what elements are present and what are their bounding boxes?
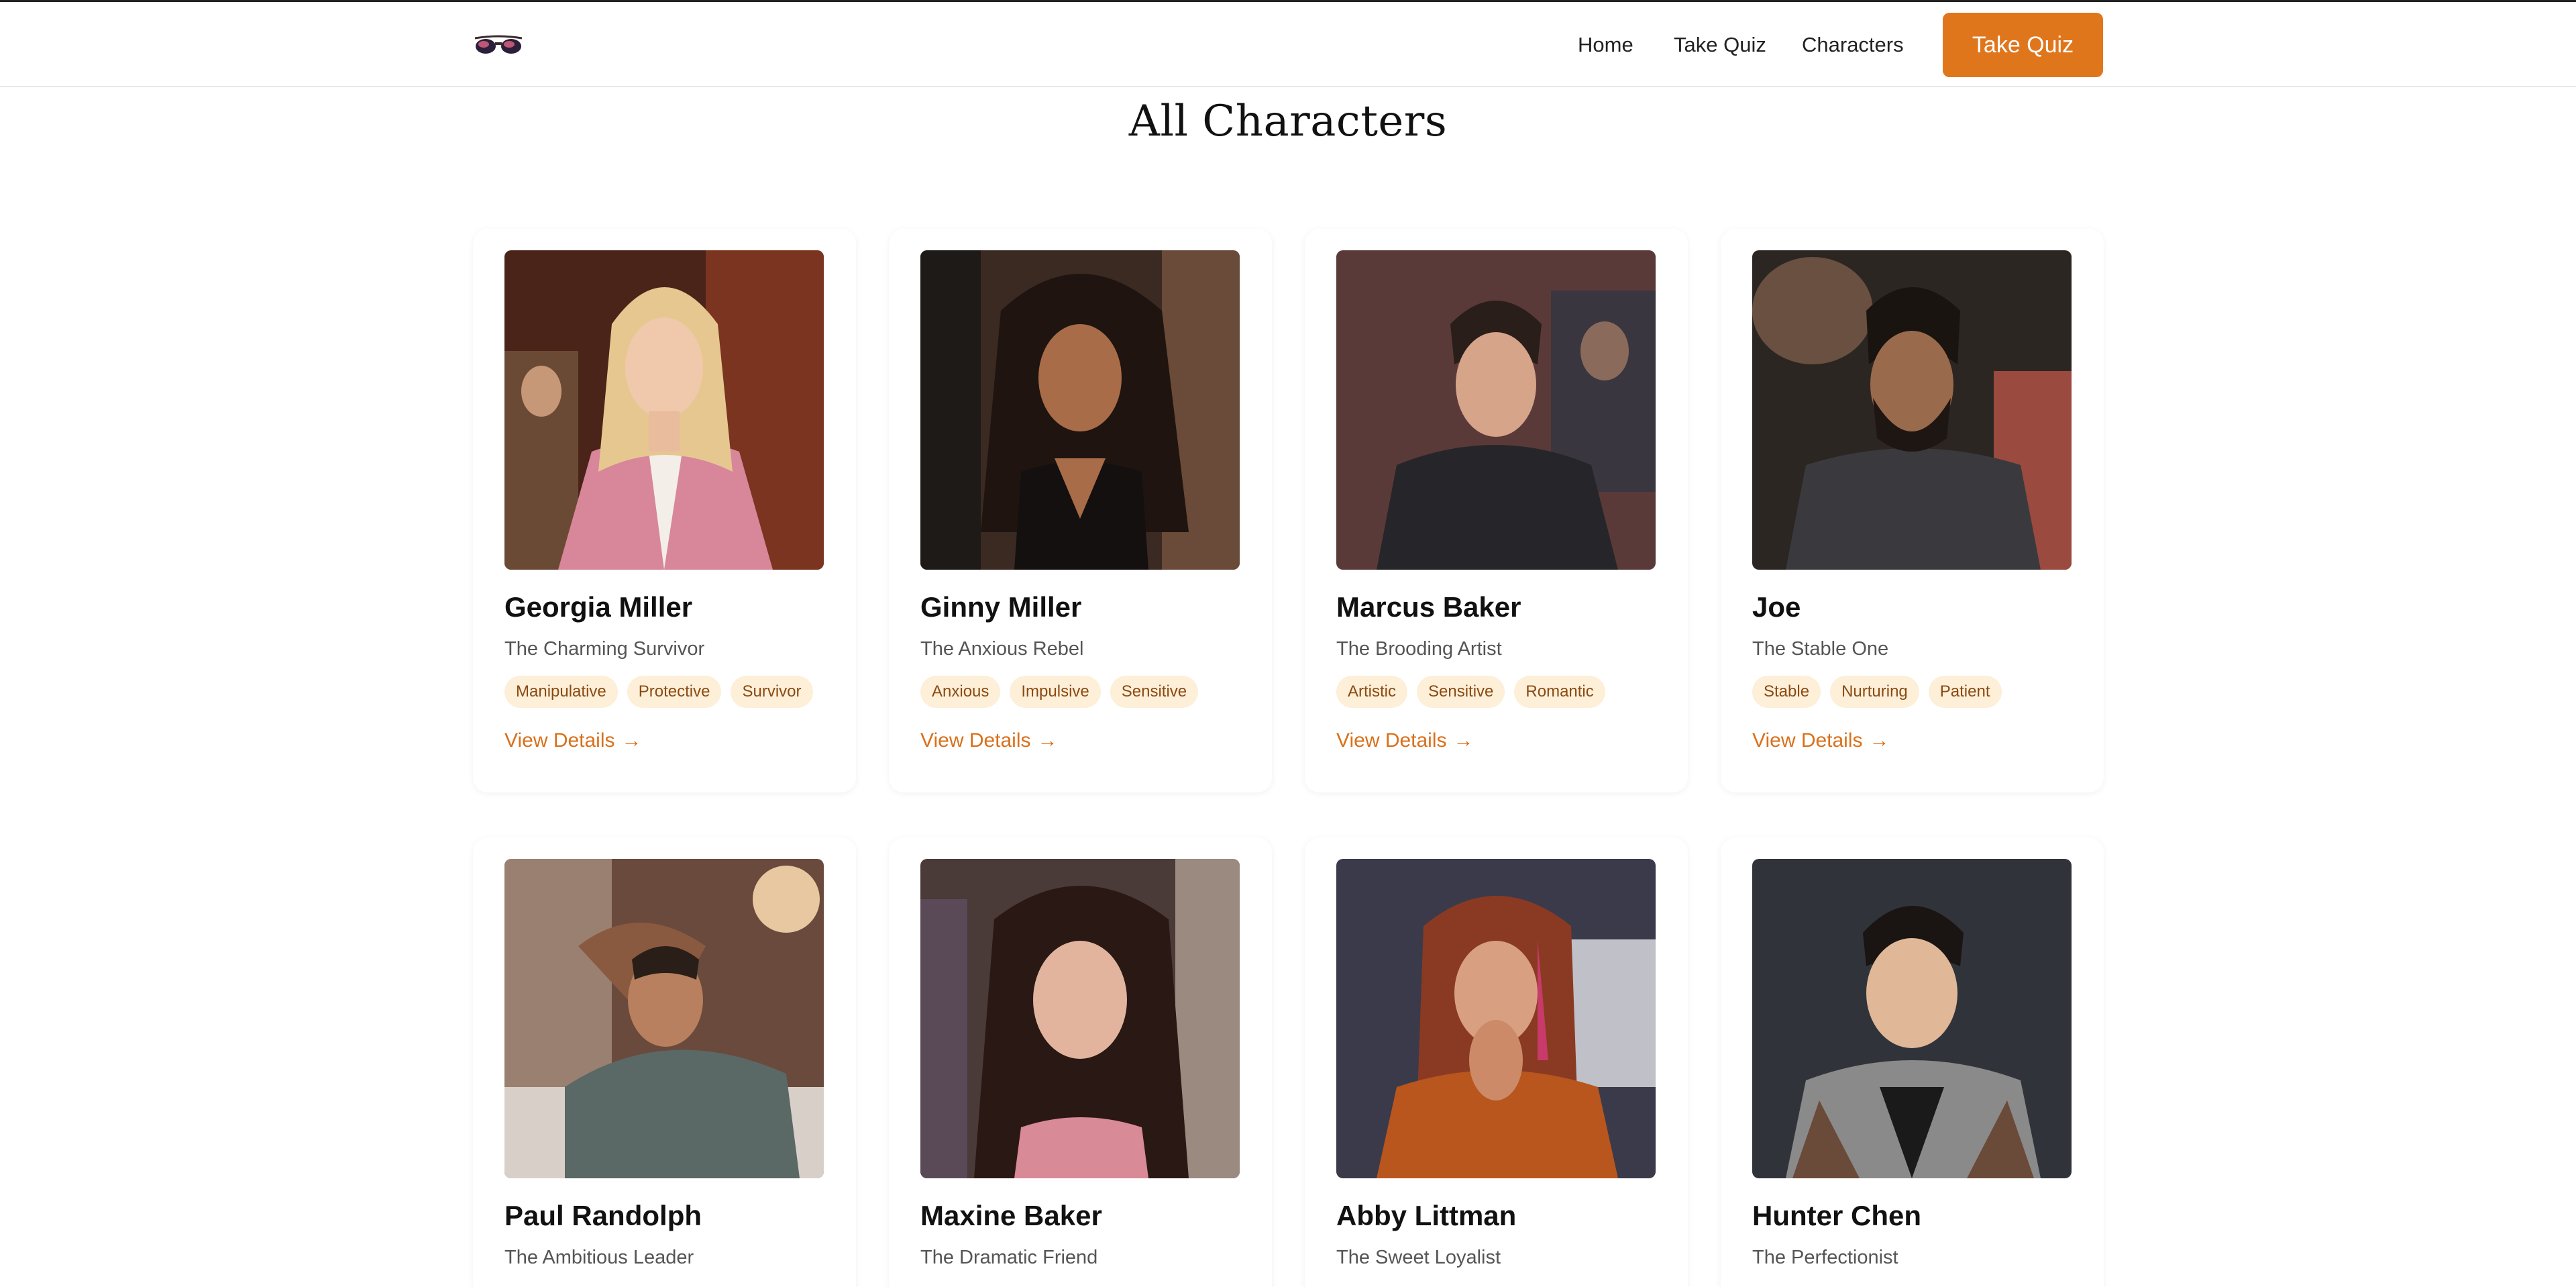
- view-details-link[interactable]: View Details →: [1752, 729, 1890, 752]
- character-photo[interactable]: [1752, 250, 2072, 570]
- character-role: The Anxious Rebel: [920, 638, 1084, 660]
- character-name: Hunter Chen: [1752, 1200, 1921, 1231]
- trait-tag: Impulsive: [1010, 676, 1101, 708]
- character-photo[interactable]: [920, 859, 1240, 1178]
- character-card[interactable]: Hunter Chen The Perfectionist: [1721, 837, 2104, 1287]
- character-card[interactable]: Maxine Baker The Dramatic Friend: [889, 837, 1272, 1287]
- character-role: The Perfectionist: [1752, 1247, 1898, 1268]
- character-name: Georgia Miller: [504, 591, 693, 623]
- trait-tags: Artistic Sensitive Romantic: [1336, 676, 1605, 708]
- trait-tag: Survivor: [731, 676, 813, 708]
- trait-tag: Nurturing: [1830, 676, 1919, 708]
- character-photo[interactable]: [504, 859, 824, 1178]
- arrow-right-icon: →: [621, 729, 642, 752]
- trait-tag: Manipulative: [504, 676, 618, 708]
- character-card[interactable]: Marcus Baker The Brooding Artist Artisti…: [1305, 229, 1688, 792]
- character-photo[interactable]: [504, 250, 824, 570]
- character-role: The Stable One: [1752, 638, 1889, 660]
- trait-tag: Stable: [1752, 676, 1821, 708]
- view-details-label: View Details: [920, 729, 1031, 752]
- view-details-link[interactable]: View Details →: [920, 729, 1058, 752]
- character-name: Joe: [1752, 591, 1801, 623]
- character-grid: Georgia Miller The Charming Survivor Man…: [0, 0, 2576, 1287]
- character-photo[interactable]: [1336, 859, 1656, 1178]
- character-card[interactable]: Joe The Stable One Stable Nurturing Pati…: [1721, 229, 2104, 792]
- trait-tag: Romantic: [1514, 676, 1605, 708]
- trait-tag: Protective: [627, 676, 722, 708]
- character-name: Marcus Baker: [1336, 591, 1521, 623]
- character-card[interactable]: Ginny Miller The Anxious Rebel Anxious I…: [889, 229, 1272, 792]
- character-name: Abby Littman: [1336, 1200, 1517, 1231]
- character-name: Maxine Baker: [920, 1200, 1102, 1231]
- character-role: The Dramatic Friend: [920, 1247, 1098, 1268]
- view-details-link[interactable]: View Details →: [504, 729, 642, 752]
- trait-tag: Sensitive: [1110, 676, 1199, 708]
- trait-tag: Anxious: [920, 676, 1001, 708]
- character-name: Ginny Miller: [920, 591, 1082, 623]
- character-photo[interactable]: [1752, 859, 2072, 1178]
- trait-tags: Stable Nurturing Patient: [1752, 676, 2002, 708]
- arrow-right-icon: →: [1037, 729, 1058, 752]
- character-role: The Ambitious Leader: [504, 1247, 694, 1268]
- view-details-link[interactable]: View Details →: [1336, 729, 1474, 752]
- arrow-right-icon: →: [1869, 729, 1890, 752]
- view-details-label: View Details: [1752, 729, 1863, 752]
- trait-tag: Artistic: [1336, 676, 1407, 708]
- character-role: The Brooding Artist: [1336, 638, 1502, 660]
- trait-tags: Anxious Impulsive Sensitive: [920, 676, 1199, 708]
- character-card[interactable]: Paul Randolph The Ambitious Leader: [473, 837, 856, 1287]
- character-role: The Charming Survivor: [504, 638, 705, 660]
- view-details-label: View Details: [1336, 729, 1447, 752]
- character-photo[interactable]: [920, 250, 1240, 570]
- trait-tag: Patient: [1928, 676, 2002, 708]
- character-name: Paul Randolph: [504, 1200, 702, 1231]
- character-card[interactable]: Abby Littman The Sweet Loyalist: [1305, 837, 1688, 1287]
- trait-tags: Manipulative Protective Survivor: [504, 676, 813, 708]
- arrow-right-icon: →: [1453, 729, 1474, 752]
- character-photo[interactable]: [1336, 250, 1656, 570]
- character-role: The Sweet Loyalist: [1336, 1247, 1501, 1268]
- character-card[interactable]: Georgia Miller The Charming Survivor Man…: [473, 229, 856, 792]
- view-details-label: View Details: [504, 729, 615, 752]
- trait-tag: Sensitive: [1417, 676, 1505, 708]
